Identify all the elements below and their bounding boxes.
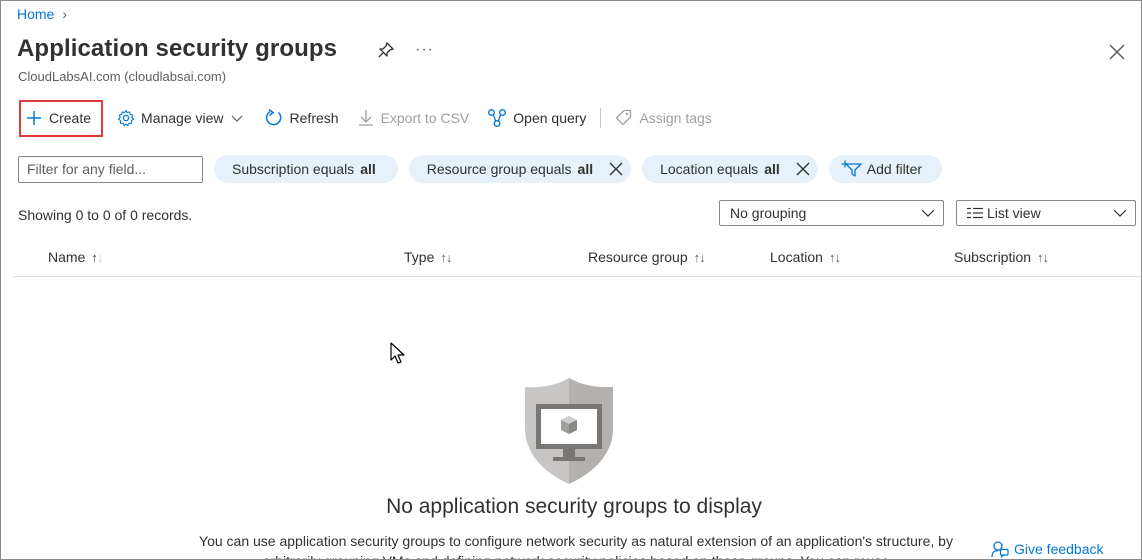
plus-icon bbox=[27, 111, 41, 125]
close-icon[interactable] bbox=[1107, 42, 1127, 62]
filter-input[interactable] bbox=[18, 155, 203, 183]
refresh-button[interactable]: Refresh bbox=[256, 101, 347, 135]
subscription-filter-value: all bbox=[360, 161, 376, 177]
chevron-down-icon bbox=[1113, 209, 1127, 217]
breadcrumb-home-link[interactable]: Home bbox=[17, 6, 54, 22]
remove-filter-icon[interactable] bbox=[796, 162, 810, 176]
give-feedback-label: Give feedback bbox=[1014, 541, 1104, 557]
add-filter-icon bbox=[841, 160, 862, 177]
refresh-icon bbox=[265, 108, 281, 126]
tag-icon bbox=[616, 109, 632, 126]
chevron-down-icon bbox=[921, 209, 935, 217]
manage-view-label: Manage view bbox=[141, 110, 224, 126]
column-header-label: Name bbox=[48, 249, 86, 265]
app-frame: Home › Application security groups ··· C… bbox=[0, 0, 1142, 560]
security-shield-icon bbox=[525, 378, 613, 484]
column-header-type[interactable]: Type ↑↓ bbox=[404, 249, 452, 265]
grouping-selected: No grouping bbox=[730, 205, 807, 221]
grouping-dropdown[interactable]: No grouping bbox=[719, 200, 944, 226]
resource-group-filter-pill[interactable]: Resource group equals all bbox=[408, 155, 632, 183]
give-feedback-link[interactable]: Give feedback bbox=[991, 538, 1108, 559]
column-header-location[interactable]: Location ↑↓ bbox=[770, 249, 841, 265]
assign-tags-button[interactable]: Assign tags bbox=[607, 101, 719, 135]
open-query-button[interactable]: Open query bbox=[479, 101, 594, 135]
filter-bar: Subscription equals all Resource group e… bbox=[18, 155, 943, 183]
download-icon bbox=[358, 110, 373, 126]
refresh-label: Refresh bbox=[289, 110, 339, 126]
gear-icon bbox=[117, 109, 135, 127]
list-view-icon bbox=[967, 207, 983, 219]
sort-icon: ↑↓ bbox=[1037, 249, 1049, 265]
page-subtitle: CloudLabsAI.com (cloudlabsai.com) bbox=[18, 69, 227, 84]
column-header-label: Resource group bbox=[588, 249, 688, 265]
toolbar-divider bbox=[600, 108, 602, 128]
location-filter-prefix: Location equals bbox=[660, 161, 759, 177]
create-button[interactable]: Create bbox=[19, 99, 104, 137]
page-title: Application security groups bbox=[17, 35, 338, 62]
export-csv-label: Export to CSV bbox=[380, 110, 470, 126]
location-filter-pill[interactable]: Location equals all bbox=[642, 155, 818, 183]
command-bar: Create Manage view Refresh Export to CSV… bbox=[19, 99, 720, 137]
add-filter-button[interactable]: Add filter bbox=[828, 155, 943, 183]
sort-icon: ↑↓ bbox=[828, 249, 841, 265]
more-options-icon[interactable]: ··· bbox=[415, 41, 434, 59]
export-csv-button[interactable]: Export to CSV bbox=[349, 101, 478, 135]
column-header-label: Type bbox=[404, 249, 435, 265]
empty-state-description: You can use application security groups … bbox=[199, 533, 953, 559]
sort-icon: ↑↓ bbox=[440, 249, 452, 265]
empty-state-title: No application security groups to displa… bbox=[386, 495, 762, 518]
resource-group-filter-value: all bbox=[577, 161, 594, 177]
column-header-subscription[interactable]: Subscription ↑↓ bbox=[954, 249, 1049, 265]
sort-icon: ↑↓ bbox=[91, 249, 103, 265]
assign-tags-label: Assign tags bbox=[639, 110, 712, 126]
column-header-name[interactable]: Name ↑↓ bbox=[48, 249, 103, 265]
feedback-icon bbox=[991, 541, 1009, 558]
mouse-pointer-icon bbox=[390, 342, 405, 364]
manage-view-button[interactable]: Manage view bbox=[109, 101, 252, 135]
open-query-label: Open query bbox=[513, 110, 587, 126]
view-dropdown[interactable]: List view bbox=[956, 200, 1136, 226]
add-filter-label: Add filter bbox=[866, 161, 923, 177]
column-header-label: Location bbox=[770, 249, 823, 265]
subscription-filter-prefix: Subscription equals bbox=[232, 161, 355, 177]
location-filter-value: all bbox=[764, 161, 780, 177]
chevron-right-icon: › bbox=[62, 6, 68, 22]
column-header-label: Subscription bbox=[954, 249, 1032, 265]
view-selected: List view bbox=[987, 205, 1041, 221]
subscription-filter-pill[interactable]: Subscription equals all bbox=[214, 155, 398, 183]
breadcrumb: Home › bbox=[17, 6, 67, 22]
column-header-resource-group[interactable]: Resource group ↑↓ bbox=[588, 249, 706, 265]
pin-icon[interactable] bbox=[377, 41, 395, 59]
remove-filter-icon[interactable] bbox=[609, 162, 623, 176]
table-header: Name ↑↓ Type ↑↓ Resource group ↑↓ Locati… bbox=[13, 241, 1141, 277]
chevron-down-icon bbox=[231, 115, 242, 122]
record-count: Showing 0 to 0 of 0 records. bbox=[18, 207, 193, 223]
create-label: Create bbox=[49, 110, 92, 126]
query-icon bbox=[488, 109, 507, 127]
sort-icon: ↑↓ bbox=[693, 249, 706, 265]
resource-group-filter-prefix: Resource group equals bbox=[426, 161, 572, 177]
